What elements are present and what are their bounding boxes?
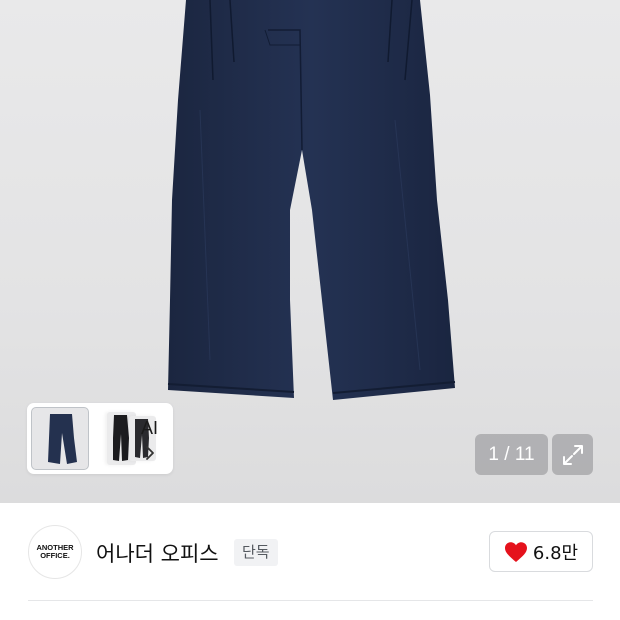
like-count: 6.8만 (532, 542, 579, 564)
exclusive-badge: 단독 (234, 539, 278, 566)
product-image-gallery[interactable]: AI 1 / 11 (0, 0, 620, 503)
expand-icon (562, 444, 583, 465)
ai-label: AI (141, 418, 159, 438)
brand-logo[interactable]: ANOTHER OFFICE. (28, 525, 82, 579)
brand-row: ANOTHER OFFICE. 어나더 오피스 단독 6.8만 (0, 503, 620, 600)
divider (28, 600, 593, 601)
image-page-counter: 1 / 11 (475, 434, 548, 475)
brand-logo-line2: OFFICE. (40, 551, 70, 560)
heart-icon (504, 541, 527, 562)
brand-name[interactable]: 어나더 오피스 (96, 538, 219, 568)
similar-products-button[interactable]: AI (27, 403, 173, 474)
chevron-right-icon (146, 446, 154, 460)
thumbnail-navy (31, 407, 89, 470)
fullscreen-button[interactable] (552, 434, 593, 475)
like-button[interactable]: 6.8만 (489, 531, 593, 572)
